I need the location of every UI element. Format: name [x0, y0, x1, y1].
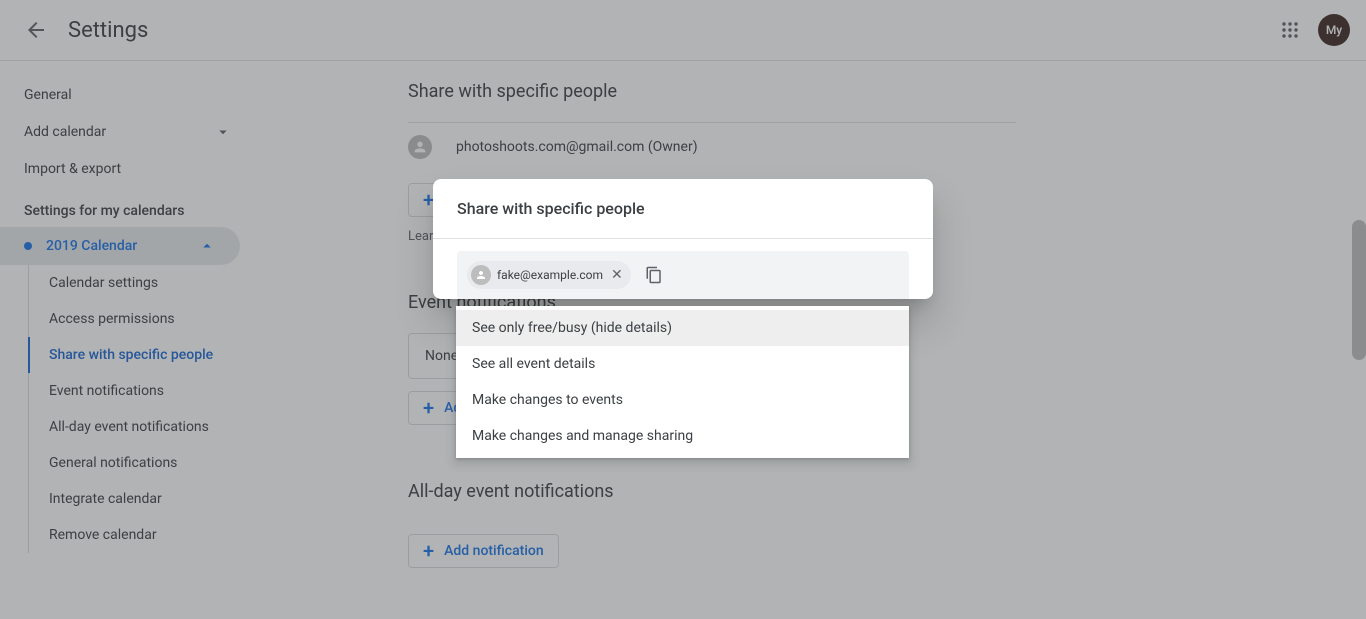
- chip-email-text: fake@example.com: [497, 268, 603, 282]
- permission-option-make-changes[interactable]: Make changes to events: [456, 382, 909, 418]
- permission-dropdown: See only free/busy (hide details) See al…: [456, 306, 909, 458]
- copy-button[interactable]: [645, 266, 663, 284]
- permission-option-manage-sharing[interactable]: Make changes and manage sharing: [456, 418, 909, 454]
- share-dialog: Share with specific people fake@example.…: [433, 179, 933, 299]
- chip-avatar-icon: [471, 265, 491, 285]
- email-chip-input[interactable]: fake@example.com ✕: [457, 251, 909, 299]
- chip-remove-button[interactable]: ✕: [609, 267, 625, 283]
- permission-option-freebusy[interactable]: See only free/busy (hide details): [456, 310, 909, 346]
- email-chip: fake@example.com ✕: [467, 261, 631, 289]
- copy-icon: [645, 266, 663, 284]
- dialog-title: Share with specific people: [433, 179, 933, 239]
- person-icon: [475, 269, 487, 281]
- permission-option-all-details[interactable]: See all event details: [456, 346, 909, 382]
